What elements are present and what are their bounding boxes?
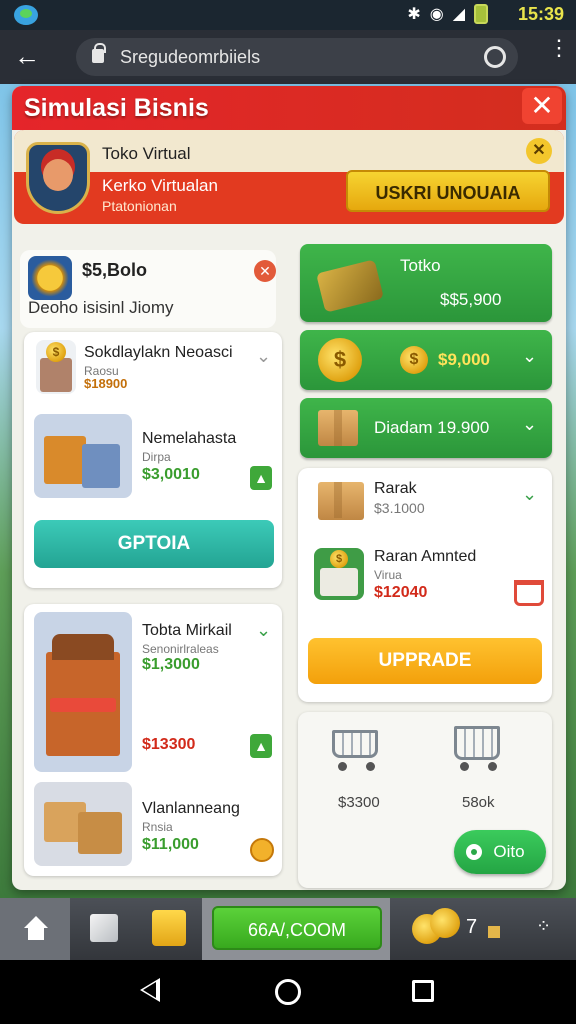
market-stall-icon: $ bbox=[314, 548, 364, 600]
upgrade-badge-icon[interactable]: ▲ bbox=[250, 466, 272, 490]
cart-price: $3300 bbox=[338, 794, 380, 811]
gold-bars-icon[interactable] bbox=[152, 910, 186, 946]
system-navigation bbox=[0, 960, 576, 1024]
system-home-icon[interactable] bbox=[275, 979, 301, 1005]
cube-icon[interactable] bbox=[90, 914, 118, 942]
battery-icon bbox=[474, 4, 488, 24]
home-icon bbox=[24, 916, 48, 940]
inventory-title: Vlanlanneang bbox=[142, 800, 240, 817]
url-text: Sregudeomrbiiels bbox=[120, 47, 261, 67]
coin-badge-icon[interactable] bbox=[250, 838, 274, 862]
cage-price: 58ok bbox=[462, 794, 495, 811]
back-arrow-icon[interactable]: ← bbox=[14, 42, 40, 70]
stall-sub: Virua bbox=[374, 568, 402, 582]
asset-title-2: Nemelahasta bbox=[142, 430, 237, 447]
shopping-cart-icon[interactable] bbox=[326, 724, 382, 772]
coins-value: $9,000 bbox=[438, 350, 490, 369]
balance-close-icon[interactable]: ✕ bbox=[254, 260, 276, 282]
reload-icon[interactable] bbox=[484, 46, 506, 68]
lock-icon bbox=[92, 43, 106, 63]
browser-toolbar: ← Sregudeomrbiiels ⋮ bbox=[0, 30, 576, 84]
go-button[interactable]: Oito bbox=[454, 830, 546, 874]
chevron-down-icon[interactable]: ⌄ bbox=[256, 620, 271, 641]
store-sub: Senonirlraleas bbox=[142, 642, 219, 656]
counter-label: 7 bbox=[466, 916, 478, 938]
shop-banner: Toko Virtual Kerko Virtualan Ptatonionan… bbox=[14, 130, 564, 224]
shop-income-title: Totko bbox=[400, 256, 441, 275]
address-bar[interactable]: Sregudeomrbiiels bbox=[76, 38, 518, 76]
small-box-icon bbox=[488, 926, 500, 938]
shelf-title: Rarak bbox=[374, 480, 417, 497]
asset-value-2: $3,0010 bbox=[142, 466, 200, 483]
cash-stack-icon bbox=[316, 259, 384, 313]
gold-coin-icon: $ bbox=[318, 338, 362, 382]
dialog-title: Simulasi Bisnis bbox=[24, 94, 209, 122]
system-recents-icon[interactable] bbox=[412, 980, 434, 1002]
store-card: Tobta Mirkail ⌄ Senonirlraleas $1,3000 $… bbox=[24, 604, 282, 876]
coins-button[interactable]: $ $ $9,000 ⌄ bbox=[300, 330, 552, 390]
banner-action-button[interactable]: USKRI UNOUAIA bbox=[346, 170, 550, 212]
stall-title: Raran Amnted bbox=[374, 548, 477, 565]
crates-icon bbox=[318, 482, 364, 520]
banner-close-icon[interactable]: ✕ bbox=[526, 138, 552, 164]
shopkeeper-avatar bbox=[26, 142, 90, 214]
asset-value: $18900 bbox=[84, 376, 128, 391]
stall-cost: $12040 bbox=[374, 584, 428, 601]
home-tab[interactable] bbox=[0, 898, 70, 960]
center-action-button[interactable]: 66A/,COOM bbox=[212, 906, 382, 950]
money-icon bbox=[28, 256, 72, 300]
status-icons: ✱ ◉ ◢ bbox=[407, 4, 488, 24]
go-button-label: Oito bbox=[493, 842, 525, 861]
chevron-down-icon: ⌄ bbox=[522, 414, 538, 434]
clock: 15:39 bbox=[517, 4, 564, 24]
building-image bbox=[34, 414, 132, 498]
chevron-down-icon: ⌄ bbox=[522, 346, 538, 366]
inventory-value: $11,000 bbox=[142, 836, 199, 853]
status-bar: ✱ ◉ ◢ 15:39 bbox=[0, 0, 576, 30]
assets-card: $ Sokdlaylakn Neoasci Raosu $18900 ⌄ Nem… bbox=[24, 332, 282, 588]
system-back-icon[interactable] bbox=[140, 978, 160, 1002]
box-icon bbox=[318, 410, 358, 446]
store-value: $1,3000 bbox=[142, 656, 200, 673]
chevron-down-icon[interactable]: ⌄ bbox=[522, 484, 537, 505]
basket-icon[interactable] bbox=[514, 580, 544, 606]
shop-income-value: $$5,900 bbox=[440, 290, 502, 309]
shop-icon: $ bbox=[36, 340, 76, 394]
stock-value: Diadam 19.900 bbox=[374, 418, 490, 437]
dialog-header: Simulasi Bisnis ✕ bbox=[12, 86, 566, 130]
asset-title: Sokdlaylakn Neoasci bbox=[84, 344, 233, 361]
game-bottom-nav: 66A/,COOM 7 ⁘ bbox=[0, 898, 576, 960]
asset-sub-2: Dirpa bbox=[142, 450, 171, 464]
overflow-menu-icon[interactable]: ⋮ bbox=[548, 37, 570, 59]
shelf-card: Rarak $3.1000 ⌄ $ Raran Amnted Virua $12… bbox=[298, 468, 552, 702]
small-coin-icon: $ bbox=[400, 346, 428, 374]
option-button[interactable]: GPTOIA bbox=[34, 520, 274, 568]
shop-name: Toko Virtual bbox=[102, 144, 191, 163]
close-button[interactable]: ✕ bbox=[522, 88, 562, 124]
signal-icon: ◢ bbox=[452, 6, 465, 23]
balance-amount: $5,Bolo bbox=[82, 260, 148, 280]
play-icon bbox=[466, 844, 482, 860]
balance-panel: $5,Bolo ✕ Deoho isisinl Jiomy bbox=[20, 250, 276, 328]
wifi-icon: ◉ bbox=[429, 6, 444, 23]
upgrade-button[interactable]: UPPRADE bbox=[308, 638, 542, 684]
bluetooth-icon: ✱ bbox=[407, 6, 421, 23]
balance-description: Deoho isisinl Jiomy bbox=[28, 298, 174, 317]
store-cost: $13300 bbox=[142, 736, 196, 753]
chevron-down-icon[interactable]: ⌄ bbox=[256, 346, 271, 367]
banner-subtitle: Kerko Virtualan bbox=[102, 176, 218, 195]
inventory-sub: Rnsia bbox=[142, 820, 173, 834]
upgrade-badge-icon[interactable]: ▲ bbox=[250, 734, 272, 758]
cart-card: $3300 58ok Oito bbox=[298, 712, 552, 888]
market-building-image bbox=[34, 612, 132, 772]
more-icon[interactable]: ⁘ bbox=[536, 916, 552, 938]
shelf-value: $3.1000 bbox=[374, 500, 425, 516]
banner-caption: Ptatonionan bbox=[102, 198, 177, 214]
wire-cage-icon[interactable] bbox=[448, 724, 504, 772]
store-title: Tobta Mirkail bbox=[142, 622, 232, 639]
boxes-image bbox=[34, 782, 132, 866]
stock-button[interactable]: Diadam 19.900 ⌄ bbox=[300, 398, 552, 458]
app-logo-icon bbox=[14, 5, 38, 25]
shop-income-button[interactable]: Totko $$5,900 bbox=[300, 244, 552, 322]
